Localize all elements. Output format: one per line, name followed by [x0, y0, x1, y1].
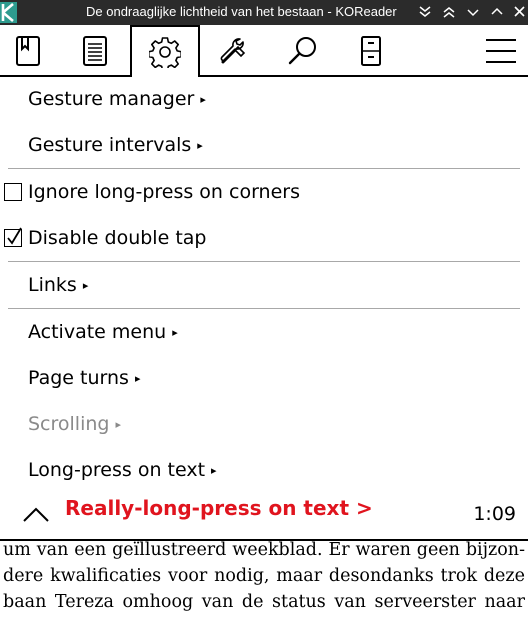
tab-settings[interactable] — [130, 25, 200, 77]
menu-item-label: Disable double tap — [28, 227, 207, 249]
search-icon — [288, 37, 316, 65]
chevron-down-icon[interactable] — [464, 3, 482, 21]
menu-item-label: Page turns — [28, 367, 129, 389]
book-text-line: um van een geïllustreerd weekblad. Er wa… — [3, 540, 525, 560]
submenu-arrow-icon: ▸ — [115, 418, 121, 431]
menu-item-links[interactable]: Links ▸ — [28, 265, 88, 305]
menu-footer-title[interactable]: Really-long-press on text > — [65, 496, 373, 520]
chevron-up-icon[interactable] — [488, 3, 506, 21]
touchscreen-settings-menu: Gesture manager ▸ Gesture intervals ▸ Igno… — [0, 77, 528, 539]
menu-item-label: Ignore long-press on corners — [28, 181, 300, 203]
menu-item-gesture-manager[interactable]: Gesture manager ▸ — [28, 79, 206, 119]
close-icon[interactable] — [511, 3, 528, 21]
menu-item-label: Activate menu — [28, 321, 167, 343]
checkbox-disable-double-tap[interactable] — [4, 227, 22, 247]
menu-up-chevron-icon[interactable] — [22, 505, 50, 527]
menu-page-indicator: 1:09 — [473, 503, 516, 525]
menu-item-label: Gesture intervals — [28, 134, 192, 156]
tab-table-of-contents[interactable] — [62, 25, 128, 77]
settings-gear-icon — [149, 37, 181, 68]
menu-item-page-turns[interactable]: Page turns ▸ — [28, 358, 140, 398]
menu-item-long-press-on-text[interactable]: Long-press on text ▸ — [28, 450, 217, 490]
submenu-arrow-icon: ▸ — [134, 372, 141, 385]
book-text: um van een geïllustreerd weekblad. Er wa… — [3, 537, 525, 615]
filemanager-cabinet-icon — [361, 36, 381, 66]
menu-separator — [8, 308, 520, 309]
menu-item-label: Long-press on text — [28, 459, 206, 481]
menu-item-label: Scrolling — [28, 413, 110, 435]
submenu-arrow-icon: ▸ — [211, 464, 217, 477]
window-titlebar: De ondraaglijke lichtheid van het bestaa… — [0, 0, 528, 25]
checkbox-ignore-long-press[interactable] — [4, 183, 22, 201]
collapse-icon[interactable] — [416, 3, 434, 21]
menu-item-scrolling: Scrolling ▸ — [28, 404, 121, 444]
submenu-arrow-icon: ▸ — [200, 93, 206, 106]
tab-search[interactable] — [268, 25, 338, 77]
submenu-arrow-icon: ▸ — [197, 139, 203, 152]
menu-item-activate-menu[interactable]: Activate menu ▸ — [28, 312, 178, 352]
submenu-arrow-icon: ▸ — [172, 326, 178, 339]
koreader-logo-icon — [0, 2, 17, 23]
menu-item-label: Links — [28, 274, 77, 296]
submenu-arrow-icon: ▸ — [82, 279, 89, 292]
menu-separator — [8, 168, 520, 169]
tab-tools[interactable] — [200, 25, 268, 77]
tab-main-menu[interactable] — [474, 25, 528, 77]
tab-bookmark[interactable] — [0, 25, 56, 77]
hamburger-menu-icon — [486, 39, 516, 63]
bookmark-icon — [16, 36, 40, 66]
book-text-line: baan Tereza omhoog van de status van ser… — [3, 592, 525, 612]
menu-toolbar — [0, 25, 528, 77]
menu-separator — [8, 261, 520, 262]
double-chevron-up-icon[interactable] — [440, 3, 458, 21]
menu-item-gesture-intervals[interactable]: Gesture intervals ▸ — [28, 125, 203, 165]
book-text-line: dere kwalificaties voor nodig, maar deso… — [3, 566, 525, 586]
tools-icon — [220, 38, 246, 64]
menu-item-ignore-long-press-corners[interactable]: Ignore long-press on corners — [28, 172, 300, 212]
tab-filemanager[interactable] — [338, 25, 404, 77]
menu-item-disable-double-tap[interactable]: Disable double tap — [28, 218, 206, 258]
checkmark-icon — [7, 227, 22, 245]
window-title: De ondraaglijke lichtheid van het bestaa… — [86, 4, 397, 19]
table-of-contents-icon — [83, 36, 107, 66]
menu-item-label: Gesture manager — [28, 88, 195, 110]
